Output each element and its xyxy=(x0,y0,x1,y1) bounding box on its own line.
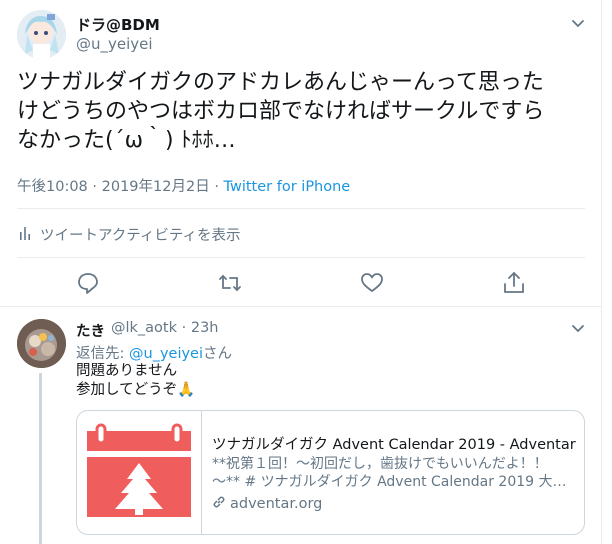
retweet-icon[interactable] xyxy=(217,270,243,296)
reply-text-line: 参加してどうぞ🙏 xyxy=(76,382,196,398)
reply-text-line: 問題ありません xyxy=(76,363,178,379)
display-name[interactable]: たき xyxy=(76,320,105,341)
chevron-down-icon[interactable] xyxy=(569,319,587,337)
tweet-activity-link[interactable]: ツイートアクティビティを表示 xyxy=(18,224,241,245)
thread-line xyxy=(39,373,42,544)
reply-to-mention[interactable]: @u_yeiyei xyxy=(129,346,203,362)
reply-tweet[interactable]: たき @lk_aotk · 23h 返信先: @u_yeiyeiさん 問題ありま… xyxy=(0,307,602,544)
divider xyxy=(17,208,585,209)
user-handle[interactable]: @u_yeiyei xyxy=(76,35,153,53)
tweet-client-link[interactable]: Twitter for iPhone xyxy=(224,179,351,195)
meta-dot: · xyxy=(92,179,98,195)
tweet-text-line: けどうちのやつはボカロ部でなければサークルですら xyxy=(17,99,545,124)
calendar-tree-icon xyxy=(87,423,191,517)
display-name[interactable]: ドラ@BDM xyxy=(76,14,160,35)
tweet-meta: 午後10:08 · 2019年12月2日 · Twitter for iPhon… xyxy=(17,175,350,196)
tweet-time[interactable]: 23h xyxy=(191,320,219,336)
card-image xyxy=(77,411,202,534)
card-url: adventar.org xyxy=(212,495,322,513)
reply-to-prefix: 返信先: xyxy=(76,346,129,362)
tweet-text-line: ツナガルダイガクのアドカレあんじゃーんって思った xyxy=(17,70,544,95)
card-url-text: adventar.org xyxy=(230,496,323,512)
reply-icon[interactable] xyxy=(75,270,101,296)
meta-dot: · xyxy=(214,179,219,195)
reply-to-line: 返信先: @u_yeiyeiさん xyxy=(76,342,232,363)
main-tweet: ドラ@BDM @u_yeiyei ツナガルダイガクのアドカレあんじゃーんって思っ… xyxy=(0,0,602,306)
user-handle[interactable]: @lk_aotk xyxy=(111,320,177,336)
card-description-line: **祝第１回！〜初回だし，歯抜けでもいいんだよ！！ xyxy=(212,456,548,472)
link-icon xyxy=(212,495,226,513)
user-handle-time: @lk_aotk · 23h xyxy=(111,320,218,336)
reply-text: 問題ありません 参加してどうぞ🙏 xyxy=(76,362,195,400)
card-description-line: 〜** # ツナガルダイガク Advent Calendar 2019 大… xyxy=(212,474,567,490)
divider xyxy=(17,257,585,258)
tweet-text: ツナガルダイガクのアドカレあんじゃーんって思った けどうちのやつはボカロ部でなけ… xyxy=(17,68,587,155)
tweet-date[interactable]: 2019年12月2日 xyxy=(102,179,210,195)
bar-chart-icon xyxy=(18,225,34,245)
tweet-text-line: なかった(´ω｀) ﾄﾎﾎ… xyxy=(17,128,236,153)
chevron-down-icon[interactable] xyxy=(569,14,587,32)
share-icon[interactable] xyxy=(501,270,527,296)
avatar[interactable] xyxy=(17,10,66,59)
card-title: ツナガルダイガク Advent Calendar 2019 - Adventar xyxy=(212,437,576,453)
link-card[interactable]: ツナガルダイガク Advent Calendar 2019 - Adventar… xyxy=(76,410,585,535)
activity-label: ツイートアクティビティを表示 xyxy=(40,228,241,244)
reply-to-suffix: さん xyxy=(203,346,233,362)
heart-icon[interactable] xyxy=(359,270,385,296)
card-description: **祝第１回！〜初回だし，歯抜けでもいいんだよ！！ 〜** # ツナガルダイガク… xyxy=(212,455,572,491)
avatar[interactable] xyxy=(17,319,66,368)
tweet-time[interactable]: 午後10:08 xyxy=(17,179,88,195)
meta-dot: · xyxy=(181,320,187,336)
